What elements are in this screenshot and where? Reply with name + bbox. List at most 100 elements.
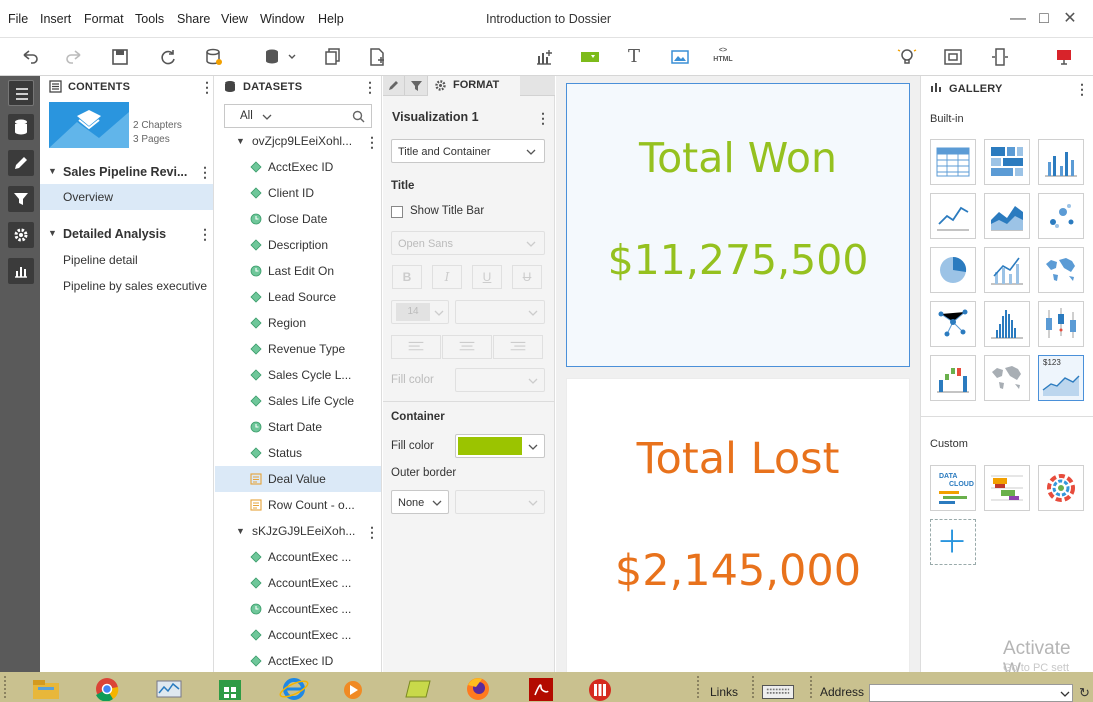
dataset-more-icon[interactable]: ⋮: [365, 135, 379, 149]
gallery-map[interactable]: [1038, 247, 1084, 293]
links-toolbar-label[interactable]: Links: [710, 685, 738, 699]
menu-help[interactable]: Help: [318, 12, 344, 26]
acrobat-icon[interactable]: [523, 675, 559, 701]
dataset-object-row[interactable]: AccountExec ...: [215, 544, 381, 570]
page-pipeline-by-exec[interactable]: Pipeline by sales executive: [63, 279, 207, 293]
menu-insert[interactable]: Insert: [40, 12, 71, 26]
lightbulb-icon[interactable]: [895, 46, 919, 68]
container-fill-color-select[interactable]: [455, 434, 545, 458]
menu-share[interactable]: Share: [177, 12, 210, 26]
chapter-2-title[interactable]: Detailed Analysis: [63, 227, 166, 241]
duplicate-page-icon[interactable]: [320, 46, 344, 68]
dataset-object-row[interactable]: Start Date: [215, 414, 381, 440]
align-right-icon[interactable]: [493, 335, 543, 359]
store-icon[interactable]: [212, 675, 248, 701]
viz-total-won[interactable]: Total Won $11,275,500: [566, 83, 910, 367]
gallery-network[interactable]: [930, 301, 976, 347]
dataset-object-row[interactable]: Region: [215, 310, 381, 336]
address-input[interactable]: [869, 684, 1073, 702]
gallery-more-icon[interactable]: ⋮: [1075, 82, 1089, 96]
dataset-collapse-icon[interactable]: ▼: [236, 526, 245, 536]
maximize-icon[interactable]: □: [1034, 9, 1054, 29]
viz-more-icon[interactable]: ⋮: [536, 111, 550, 125]
dataset-object-row[interactable]: AccountExec ...: [215, 622, 381, 648]
menu-format[interactable]: Format: [84, 12, 124, 26]
gallery-gantt[interactable]: [984, 465, 1030, 511]
close-icon[interactable]: ✕: [1060, 9, 1080, 29]
menu-file[interactable]: File: [8, 12, 28, 26]
settings-gear-icon[interactable]: [8, 222, 34, 248]
gallery-heat-map[interactable]: [984, 139, 1030, 185]
outer-border-select[interactable]: None: [391, 490, 449, 514]
dataset-group-header[interactable]: ▼ ovZjcp9LEeiXohl... ⋮: [215, 128, 381, 154]
italic-icon[interactable]: I: [432, 265, 462, 289]
insert-html-icon[interactable]: <> HTML: [711, 46, 735, 68]
redo-icon[interactable]: [62, 46, 86, 68]
dataset-object-row[interactable]: Sales Life Cycle: [215, 388, 381, 414]
dataset-more-icon[interactable]: ⋮: [365, 525, 379, 539]
gallery-grid[interactable]: [930, 139, 976, 185]
search-icon[interactable]: [352, 110, 365, 123]
dataset-object-row[interactable]: Lead Source: [215, 284, 381, 310]
gallery-waterfall[interactable]: [930, 355, 976, 401]
present-icon[interactable]: [1052, 46, 1076, 68]
align-left-icon[interactable]: [391, 335, 441, 359]
dataset-object-row[interactable]: Row Count - o...: [215, 492, 381, 518]
file-explorer-icon[interactable]: [28, 675, 64, 701]
dataset-object-row[interactable]: AcctExec ID: [215, 648, 381, 674]
dataset-object-row[interactable]: Sales Cycle L...: [215, 362, 381, 388]
add-data-dropdown-icon[interactable]: [262, 46, 298, 68]
internet-explorer-icon[interactable]: [276, 675, 312, 701]
chapter-2-collapse-icon[interactable]: ▼: [48, 228, 57, 238]
bold-icon[interactable]: B: [392, 265, 422, 289]
gallery-pie-chart[interactable]: [930, 247, 976, 293]
gallery-esri-map[interactable]: [984, 355, 1030, 401]
align-center-icon[interactable]: [442, 335, 492, 359]
dataset-object-row[interactable]: AccountExec ...: [215, 596, 381, 622]
gallery-bubble-chart[interactable]: [1038, 193, 1084, 239]
dataset-object-row[interactable]: Last Edit On: [215, 258, 381, 284]
gallery-combo-chart[interactable]: [984, 247, 1030, 293]
gallery-histogram[interactable]: [984, 301, 1030, 347]
menu-view[interactable]: View: [221, 12, 248, 26]
datasets-more-icon[interactable]: ⋮: [363, 80, 377, 94]
format-target-select[interactable]: Title and Container: [391, 139, 545, 163]
dataset-object-row[interactable]: Revenue Type: [215, 336, 381, 362]
contents-more-icon[interactable]: ⋮: [200, 80, 214, 94]
gallery-area-chart[interactable]: [984, 193, 1030, 239]
dataset-group-header[interactable]: ▼ sKJzGJ9LEeiXoh... ⋮: [215, 518, 381, 544]
font-family-select[interactable]: Open Sans: [391, 231, 545, 255]
font-size-select[interactable]: 14: [391, 300, 449, 324]
media-player-icon[interactable]: [336, 675, 372, 701]
page-pipeline-detail[interactable]: Pipeline detail: [63, 253, 138, 267]
presentation-mode-icon[interactable]: [941, 46, 965, 68]
go-refresh-icon[interactable]: ↻: [1079, 686, 1090, 699]
underline-icon[interactable]: U: [472, 265, 502, 289]
dataset-search-box[interactable]: All: [224, 104, 372, 128]
show-title-bar-checkbox[interactable]: [391, 206, 403, 218]
border-color-select[interactable]: [455, 490, 545, 514]
notepad-icon[interactable]: [400, 675, 436, 701]
tab-format[interactable]: FORMAT: [428, 76, 520, 96]
gallery-chart-icon[interactable]: [8, 258, 34, 284]
insert-visualization-icon[interactable]: [532, 46, 556, 68]
chrome-icon[interactable]: [89, 675, 125, 702]
insert-filter-icon[interactable]: [578, 46, 602, 68]
dataset-object-row[interactable]: Client ID: [215, 180, 381, 206]
chapter-1-title[interactable]: Sales Pipeline Revi...: [63, 165, 187, 179]
table-of-contents-icon[interactable]: [8, 80, 34, 106]
gallery-kpi[interactable]: $123: [1038, 355, 1084, 401]
menu-tools[interactable]: Tools: [135, 12, 164, 26]
tab-filter-icon[interactable]: [405, 76, 428, 95]
dataset-object-row[interactable]: AccountExec ...: [215, 570, 381, 596]
strikethrough-icon[interactable]: U: [512, 265, 542, 289]
performance-monitor-icon[interactable]: [151, 675, 187, 701]
datasets-icon[interactable]: [8, 114, 34, 140]
chapter-2-more-icon[interactable]: ⋮: [198, 227, 212, 241]
undo-icon[interactable]: [18, 46, 42, 68]
gallery-radial[interactable]: [1038, 465, 1084, 511]
dataset-object-row[interactable]: Close Date: [215, 206, 381, 232]
responsive-view-icon[interactable]: [988, 46, 1012, 68]
microstrategy-icon[interactable]: [582, 675, 618, 701]
viz-total-lost[interactable]: Total Lost $2,145,000: [566, 378, 910, 678]
